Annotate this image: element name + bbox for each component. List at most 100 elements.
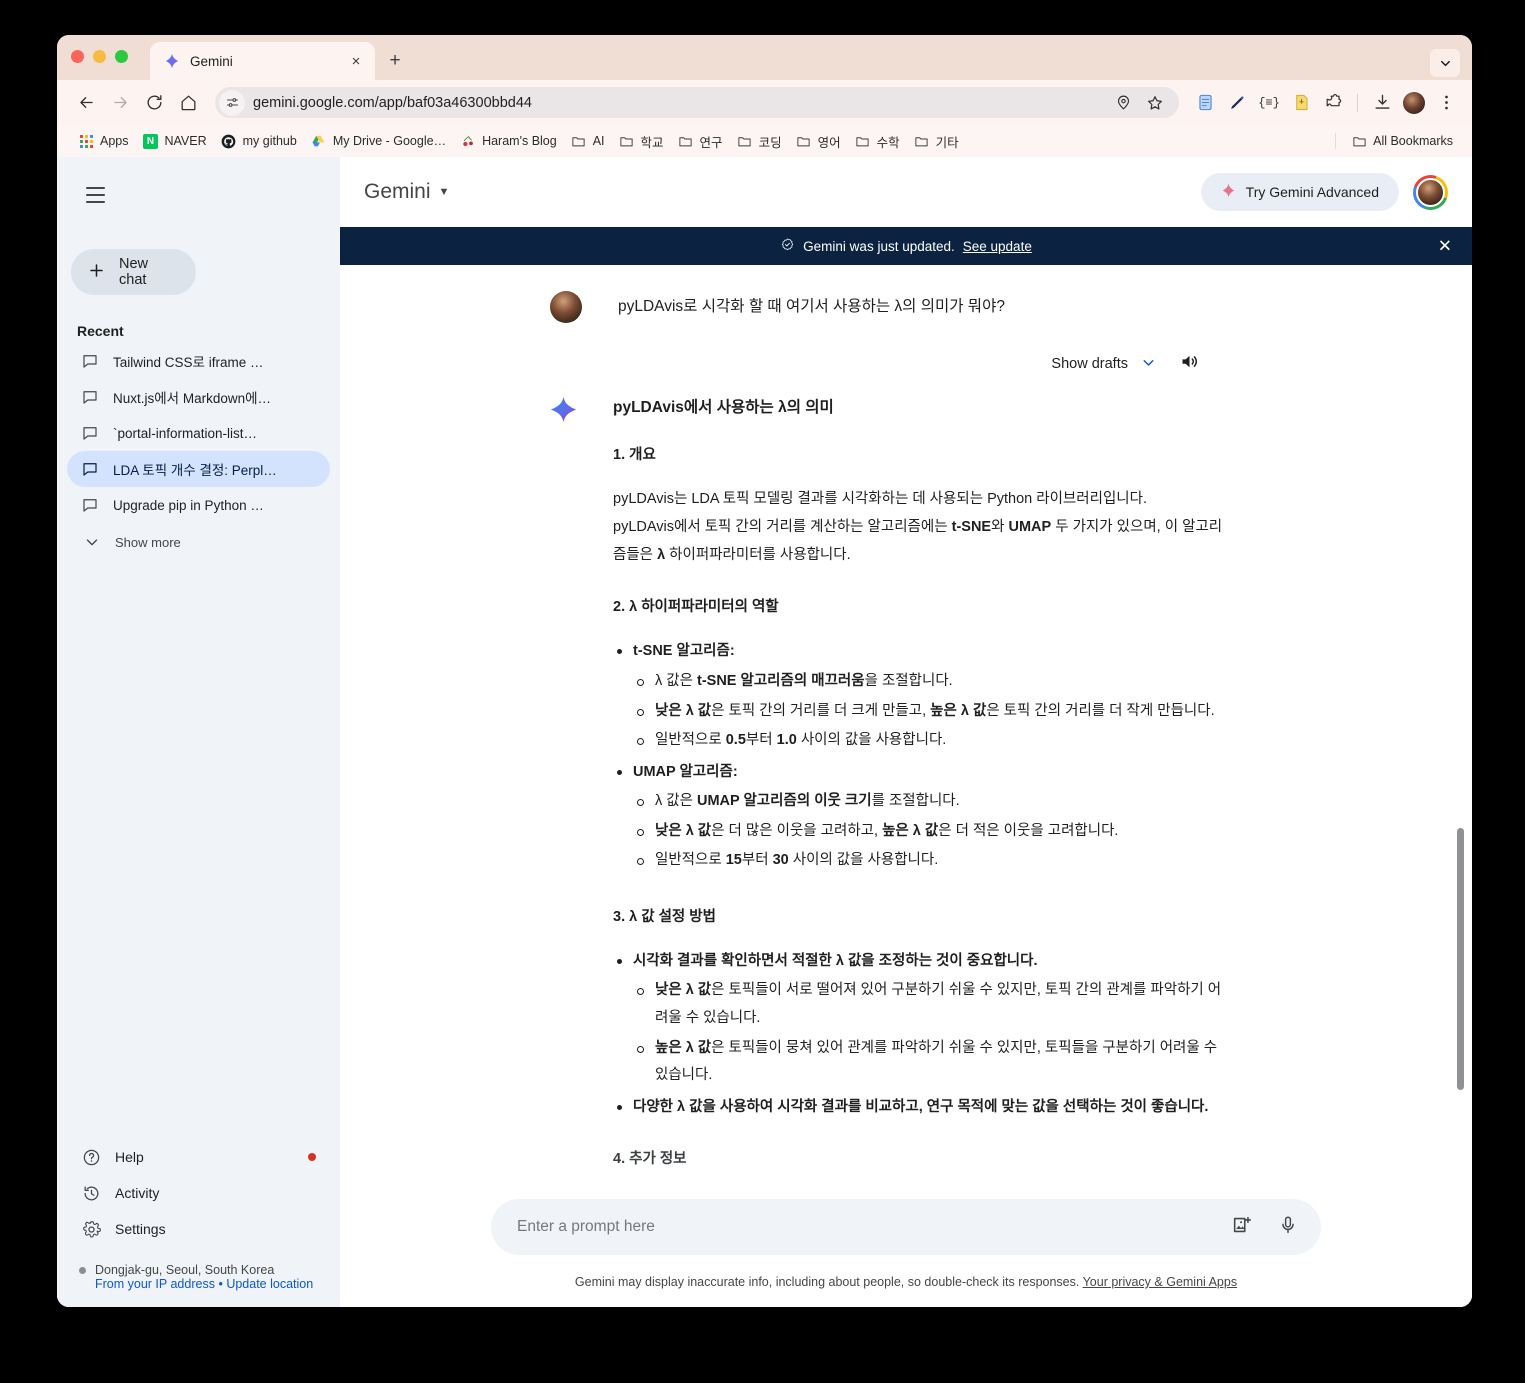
profile-avatar[interactable]	[1400, 89, 1428, 117]
folder-icon	[1351, 133, 1367, 149]
bookmark-folder-research[interactable]: 연구	[671, 129, 730, 154]
close-banner-icon[interactable]: ✕	[1438, 238, 1452, 255]
try-gemini-advanced-button[interactable]: Try Gemini Advanced	[1200, 173, 1399, 211]
umap-3c: 부터	[741, 852, 773, 869]
toolbar-divider	[1357, 93, 1358, 112]
prompt-input[interactable]	[517, 1218, 1231, 1236]
extensions-puzzle-icon[interactable]	[1319, 89, 1347, 117]
chat-bubble-icon	[81, 460, 99, 478]
tab-strip: Gemini × +	[57, 35, 1472, 80]
menu-hamburger-icon[interactable]	[73, 173, 117, 217]
account-avatar[interactable]	[1413, 174, 1448, 210]
s1-line2-g: 하이퍼파라미터를 사용합니다.	[665, 546, 851, 563]
privacy-link[interactable]: Your privacy & Gemini Apps	[1083, 1275, 1237, 1289]
folder-icon	[796, 133, 812, 149]
sidebar-chat-item-active[interactable]: LDA 토픽 개수 결정: Perpl…	[67, 451, 330, 487]
maximize-window-button[interactable]	[115, 50, 128, 63]
chat-bubble-icon	[81, 424, 99, 442]
downloads-icon[interactable]	[1368, 89, 1396, 117]
tsne-2a: 낮은 λ 값	[655, 702, 712, 719]
folder-icon	[737, 133, 753, 149]
advanced-button-label: Try Gemini Advanced	[1245, 184, 1379, 200]
prompt-composer[interactable]	[491, 1199, 1321, 1255]
s1-umap: UMAP	[1008, 518, 1052, 535]
close-window-button[interactable]	[71, 50, 84, 63]
reading-list-icon[interactable]	[1191, 89, 1219, 117]
sidebar-chat-item[interactable]: `portal-information-list…	[67, 415, 330, 451]
location-pin-icon[interactable]	[1109, 89, 1137, 117]
chat-bubble-icon	[81, 352, 99, 370]
site-settings-icon[interactable]	[219, 89, 245, 116]
bookmark-folder-ai[interactable]: AI	[564, 130, 612, 152]
s3-s1a: 낮은 λ 값	[655, 982, 712, 999]
bookmark-naver[interactable]: N NAVER	[136, 130, 214, 152]
pen-annotate-icon[interactable]	[1223, 89, 1251, 117]
browser-tab-gemini[interactable]: Gemini ×	[150, 42, 375, 80]
microphone-icon[interactable]	[1277, 1214, 1299, 1241]
bookmark-my-github[interactable]: my github	[214, 130, 304, 152]
sidebar-item-help[interactable]: Help	[67, 1139, 330, 1175]
home-button[interactable]	[173, 88, 203, 118]
show-drafts-button[interactable]: Show drafts	[1051, 354, 1157, 375]
notes-extension-icon[interactable]	[1287, 89, 1315, 117]
bookmark-folder-coding[interactable]: 코딩	[730, 129, 789, 154]
sidebar-item-activity[interactable]: Activity	[67, 1175, 330, 1211]
location-separator: •	[218, 1277, 223, 1291]
all-bookmarks-button[interactable]: All Bookmarks	[1344, 130, 1460, 152]
section-3-list: 시각화 결과를 확인하면서 적절한 λ 값을 조정하는 것이 중요합니다. 낮은…	[613, 948, 1233, 1121]
folder-icon	[678, 133, 694, 149]
all-bookmarks-label: All Bookmarks	[1373, 134, 1453, 148]
url-text: gemini.google.com/app/baf03a46300bbd44	[253, 94, 532, 111]
new-tab-button[interactable]: +	[381, 42, 409, 80]
sidebar-chat-item[interactable]: Nuxt.js에서 Markdown에…	[67, 379, 330, 415]
s3-s2b: 은 토픽들이 뭉쳐 있어 관계를 파악하기 쉬울 수 있지만, 토픽들을 구분하…	[655, 1039, 1218, 1084]
bookmark-apps[interactable]: Apps	[71, 130, 136, 152]
list-item: 일반적으로 0.5부터 1.0 사이의 값을 사용합니다.	[633, 727, 1233, 755]
chrome-menu-icon[interactable]	[1432, 89, 1460, 117]
add-image-icon[interactable]	[1231, 1214, 1253, 1241]
help-icon	[81, 1147, 101, 1167]
bookmark-folder-math[interactable]: 수학	[848, 129, 907, 154]
show-more-button[interactable]: Show more	[67, 525, 330, 559]
conversation-area: pyLDAvis로 시각화 할 때 여기서 사용하는 λ의 의미가 뭐야? Sh…	[340, 265, 1472, 1199]
bookmark-my-drive[interactable]: My Drive - Google…	[304, 130, 453, 152]
chat-bubble-icon	[81, 388, 99, 406]
address-bar[interactable]: gemini.google.com/app/baf03a46300bbd44	[215, 87, 1179, 118]
folder-icon	[571, 133, 587, 149]
bookmark-folder-english[interactable]: 영어	[789, 129, 848, 154]
conversation-scrollbar[interactable]	[1456, 265, 1466, 1199]
bookmark-harams-blog[interactable]: Haram's Blog	[453, 130, 564, 152]
bookmark-folder-school[interactable]: 학교	[612, 129, 671, 154]
bookmark-folder-etc[interactable]: 기타	[907, 129, 966, 154]
gemini-model-selector[interactable]: Gemini ▼	[364, 180, 449, 204]
reload-button[interactable]	[139, 88, 169, 118]
bookmark-label: 연구	[699, 135, 723, 150]
forward-button[interactable]	[105, 88, 135, 118]
chat-item-label: Tailwind CSS로 iframe …	[113, 355, 264, 370]
tsne-3d: 1.0	[776, 732, 797, 749]
sidebar-chat-item[interactable]: Tailwind CSS로 iframe …	[67, 343, 330, 379]
list-item: 일반적으로 15부터 30 사이의 값을 사용합니다.	[633, 847, 1233, 875]
umap-2d: 은 더 적은 이웃을 고려합니다.	[938, 822, 1119, 839]
bookmark-label: 코딩	[758, 135, 782, 150]
bookmark-label: AI	[592, 134, 605, 148]
update-location-link[interactable]: Update location	[226, 1277, 313, 1291]
tab-search-chevron-down-icon[interactable]	[1430, 49, 1460, 77]
sidebar-chat-item[interactable]: Upgrade pip in Python …	[67, 487, 330, 523]
bookmark-star-icon[interactable]	[1141, 89, 1169, 117]
sidebar-item-label: Help	[115, 1149, 144, 1165]
minimize-window-button[interactable]	[93, 50, 106, 63]
close-tab-icon[interactable]: ×	[347, 52, 365, 70]
read-aloud-speaker-icon[interactable]	[1179, 351, 1200, 377]
composer-area: Gemini may display inaccurate info, incl…	[340, 1199, 1472, 1307]
tsne-1a: λ 값은	[655, 673, 697, 690]
see-update-link[interactable]: See update	[963, 239, 1032, 254]
sidebar-item-settings[interactable]: Settings	[67, 1211, 330, 1247]
gear-icon	[81, 1219, 101, 1239]
back-button[interactable]	[71, 88, 101, 118]
scrollbar-thumb[interactable]	[1457, 828, 1464, 1090]
bookmark-label: Apps	[100, 134, 129, 148]
s3-bullet-1: 시각화 결과를 확인하면서 적절한 λ 값을 조정하는 것이 중요합니다.	[633, 952, 1038, 969]
new-chat-button[interactable]: New chat	[71, 249, 196, 295]
code-snippet-icon[interactable]: {≡}	[1255, 89, 1283, 117]
